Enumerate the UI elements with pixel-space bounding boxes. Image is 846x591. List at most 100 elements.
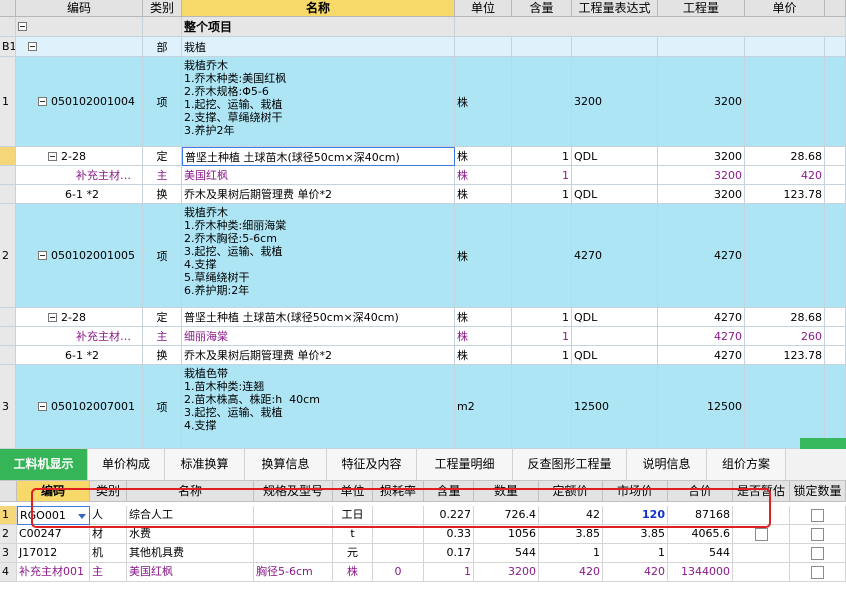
tab-conversion-info[interactable]: 换算信息 (245, 449, 327, 480)
material-unit: 株 (333, 563, 373, 582)
table-row[interactable]: 6-1 *2 换 乔木及果树后期管理费 单价*2 株 1 QDL 4270 12… (0, 346, 846, 365)
material-market-price[interactable]: 420 (603, 563, 668, 582)
row-number: 2 (0, 525, 17, 544)
material-row[interactable]: 3 J17012 机 其他机具费 元 0.17 544 1 1 544 (0, 544, 846, 563)
tab-unit-price-composition[interactable]: 单价构成 (88, 449, 165, 480)
row-price: 260 (745, 327, 825, 346)
material-loss (373, 544, 424, 563)
row-name-editing[interactable]: 普坚土种植 土球苗木(球径50cm×深40cm) (182, 147, 455, 166)
collapse-toggle-icon[interactable] (38, 402, 47, 411)
row-price: 123.78 (745, 346, 825, 365)
tab-labor-material-machine[interactable]: 工料机显示 (0, 449, 88, 480)
row-content: 1 (512, 327, 572, 346)
row-name: 整个项目 (182, 17, 455, 37)
row-type: 主 (143, 166, 182, 185)
collapse-toggle-icon[interactable] (48, 312, 57, 322)
header-content[interactable]: 含量 (512, 0, 572, 17)
row-name: 栽植 (182, 37, 455, 57)
header-quantity[interactable]: 工程量 (658, 0, 745, 17)
header-base-price[interactable]: 定额价 (539, 481, 603, 502)
table-row[interactable]: 2 050102001005 项 栽植乔木 1.乔木种类:细丽海棠 2.乔木胸径… (0, 204, 846, 308)
header-total[interactable]: 合价 (668, 481, 733, 502)
collapse-toggle-icon[interactable] (18, 22, 27, 31)
header-provisional[interactable]: 是否暂估 (733, 481, 790, 502)
table-row[interactable]: 整个项目 (0, 17, 846, 37)
row-expr: QDL (572, 308, 658, 327)
header-name[interactable]: 名称 (182, 0, 455, 17)
material-base-price: 1 (539, 544, 603, 563)
material-base-price: 42 (539, 506, 603, 525)
tab-reverse-lookup[interactable]: 反查图形工程量 (513, 449, 627, 480)
header-content[interactable]: 含量 (424, 481, 474, 502)
header-unit[interactable]: 单位 (333, 481, 373, 502)
header-loss-rate[interactable]: 损耗率 (373, 481, 424, 502)
table-row[interactable]: 1 050102001004 项 栽植乔木 1.乔木种类:美国红枫 2.乔木规格… (0, 57, 846, 147)
dropdown-arrow-icon[interactable] (78, 514, 86, 519)
lock-quantity-checkbox[interactable] (811, 508, 824, 522)
row-price: 28.68 (745, 308, 825, 327)
row-type: 项 (143, 204, 182, 308)
material-market-price[interactable]: 3.85 (603, 525, 668, 544)
row-code: 6-1 *2 (65, 348, 99, 362)
material-quantity: 3200 (474, 563, 539, 582)
material-row[interactable]: 4 补充主材001 主 美国红枫 胸径5-6cm 株 0 1 3200 420 … (0, 563, 846, 582)
row-code: 补充主材… (76, 330, 131, 343)
header-name[interactable]: 名称 (127, 481, 254, 502)
material-market-price[interactable]: 1 (603, 544, 668, 563)
lock-quantity-checkbox[interactable] (811, 527, 824, 541)
collapse-toggle-icon[interactable] (48, 151, 57, 161)
collapse-toggle-icon[interactable] (28, 42, 37, 51)
tab-quantity-details[interactable]: 工程量明细 (417, 449, 513, 480)
table-row[interactable]: B1 部 栽植 (0, 37, 846, 57)
provisional-checkbox[interactable] (754, 527, 768, 541)
header-type[interactable]: 类别 (90, 481, 127, 502)
material-content: 0.227 (424, 506, 474, 525)
table-row[interactable]: 2-28 定 普坚土种植 土球苗木(球径50cm×深40cm) 株 1 QDL … (0, 308, 846, 327)
header-code[interactable]: 编码 (17, 481, 90, 502)
collapse-toggle-icon[interactable] (38, 251, 47, 260)
row-expr: QDL (572, 185, 658, 204)
table-row[interactable]: 补充主材… 主 细丽海棠 株 1 4270 260 (0, 327, 846, 346)
header-spec[interactable]: 规格及型号 (254, 481, 333, 502)
splitter-handle[interactable] (800, 438, 846, 449)
row-code: 2-28 (61, 310, 86, 324)
tab-description[interactable]: 说明信息 (627, 449, 707, 480)
header-expr[interactable]: 工程量表达式 (572, 0, 658, 17)
material-loss: 0 (373, 563, 424, 582)
header-type[interactable]: 类别 (143, 0, 182, 17)
lock-quantity-checkbox[interactable] (811, 546, 824, 560)
material-row[interactable]: 2 C00247 材 水费 t 0.33 1056 3.85 3.85 4065… (0, 525, 846, 544)
lock-quantity-checkbox[interactable] (811, 565, 824, 579)
material-loss (373, 525, 424, 544)
header-market-price[interactable]: 市场价 (603, 481, 668, 502)
material-spec (254, 506, 333, 525)
tab-standard-conversion[interactable]: 标准换算 (165, 449, 245, 480)
row-unit: 株 (455, 57, 512, 147)
material-code: J17012 (17, 544, 90, 563)
header-unit[interactable]: 单位 (455, 0, 512, 17)
table-row[interactable]: 6-1 *2 换 乔木及果树后期管理费 单价*2 株 1 QDL 3200 12… (0, 185, 846, 204)
row-number-header (0, 0, 16, 17)
collapse-toggle-icon[interactable] (38, 97, 47, 106)
row-quantity: 4270 (658, 204, 745, 308)
tab-features-content[interactable]: 特征及内容 (327, 449, 417, 480)
table-row[interactable]: 补充主材… 主 美国红枫 株 1 3200 420 (0, 166, 846, 185)
header-code[interactable]: 编码 (16, 0, 143, 17)
header-lock-quantity[interactable]: 锁定数量 (790, 481, 846, 502)
table-row[interactable]: 3 050102007001 项 栽植色带 1.苗木种类:连翘 2.苗木株高、株… (0, 365, 846, 449)
material-name: 水费 (127, 525, 254, 544)
row-unit: 株 (455, 327, 512, 346)
material-code: C00247 (17, 525, 90, 544)
material-market-price[interactable]: 120 (603, 506, 668, 525)
header-quantity[interactable]: 数量 (474, 481, 539, 502)
table-row[interactable]: 2-28 定 普坚土种植 土球苗木(球径50cm×深40cm) 株 1 QDL … (0, 147, 846, 166)
material-row[interactable]: 1 RGO001 人 综合人工 工日 0.227 726.4 42 120 87… (0, 506, 846, 525)
row-name: 细丽海棠 (182, 327, 455, 346)
row-quantity: 4270 (658, 346, 745, 365)
tab-pricing-scheme[interactable]: 组价方案 (707, 449, 786, 480)
header-price[interactable]: 单价 (745, 0, 825, 17)
row-quantity: 3200 (658, 185, 745, 204)
row-selector[interactable] (0, 147, 16, 166)
material-quantity: 1056 (474, 525, 539, 544)
material-type: 材 (90, 525, 127, 544)
